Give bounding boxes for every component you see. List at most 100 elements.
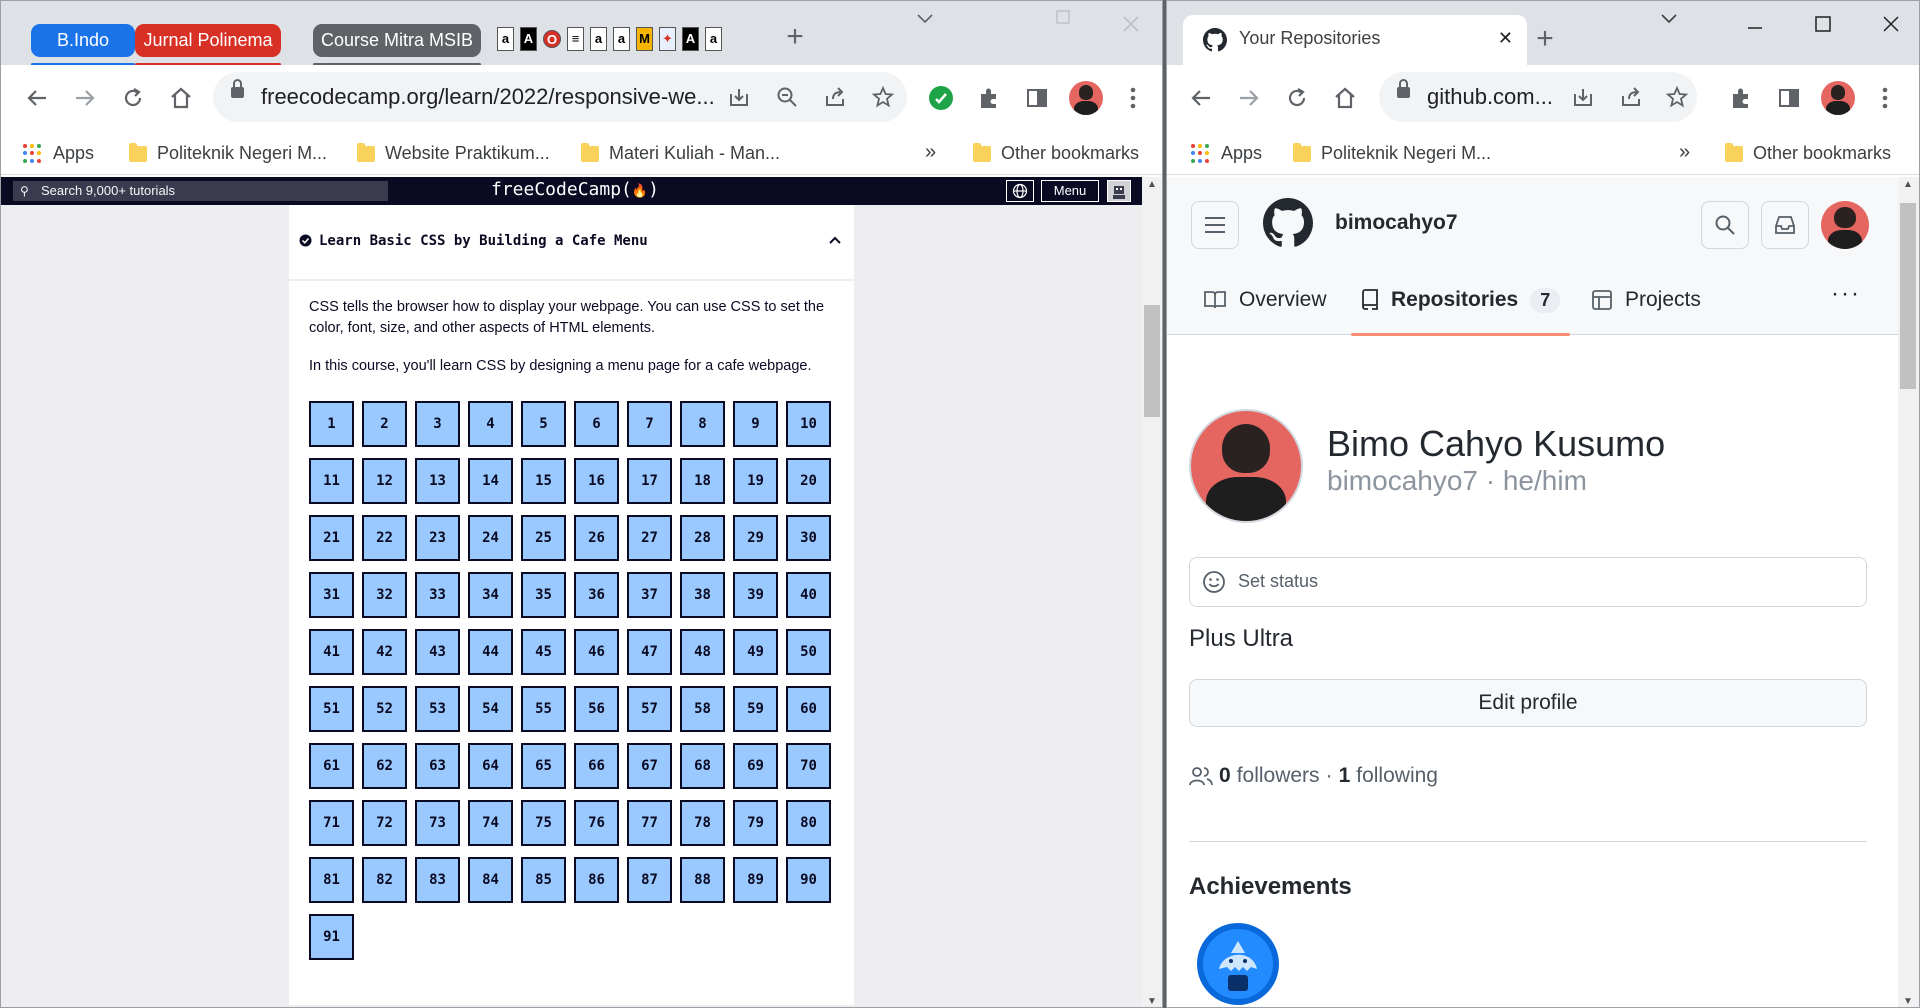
- challenge-step-button[interactable]: 55: [521, 686, 566, 732]
- tab-favicon[interactable]: O: [543, 30, 561, 48]
- challenge-step-button[interactable]: 57: [627, 686, 672, 732]
- challenge-step-button[interactable]: 22: [362, 515, 407, 561]
- bookmark-folder[interactable]: Website Praktikum...: [357, 142, 550, 164]
- challenge-step-button[interactable]: 68: [680, 743, 725, 789]
- forward-button[interactable]: [1229, 78, 1269, 118]
- more-tabs-button[interactable]: ···: [1831, 259, 1861, 329]
- share-button[interactable]: [1613, 79, 1649, 115]
- extensions-button[interactable]: [971, 80, 1007, 116]
- tab-favicon[interactable]: a: [590, 27, 607, 51]
- bookmarks-overflow-button[interactable]: »: [925, 141, 936, 164]
- challenge-step-button[interactable]: 13: [415, 458, 460, 504]
- challenge-step-button[interactable]: 12: [362, 458, 407, 504]
- context-username[interactable]: bimocahyo7: [1335, 211, 1458, 235]
- bookmark-folder[interactable]: Politeknik Negeri M...: [129, 142, 327, 164]
- challenge-step-button[interactable]: 56: [574, 686, 619, 732]
- chevron-up-icon[interactable]: [828, 229, 842, 250]
- tab-group-bindo[interactable]: B.Indo: [31, 24, 135, 66]
- chrome-menu-button[interactable]: [1867, 80, 1903, 116]
- fcc-user-avatar[interactable]: [1107, 180, 1131, 202]
- challenge-step-button[interactable]: 7: [627, 401, 672, 447]
- tab-favicon[interactable]: a: [613, 27, 630, 51]
- challenge-step-button[interactable]: 21: [309, 515, 354, 561]
- scrollbar-thumb[interactable]: [1900, 203, 1916, 389]
- followers-link[interactable]: 0 followers: [1219, 764, 1320, 788]
- challenge-step-button[interactable]: 74: [468, 800, 513, 846]
- challenge-step-button[interactable]: 26: [574, 515, 619, 561]
- github-logo-icon[interactable]: [1263, 198, 1313, 253]
- challenge-step-button[interactable]: 40: [786, 572, 831, 618]
- challenge-step-button[interactable]: 15: [521, 458, 566, 504]
- challenge-step-button[interactable]: 37: [627, 572, 672, 618]
- side-panel-button[interactable]: [1771, 80, 1807, 116]
- challenge-step-button[interactable]: 52: [362, 686, 407, 732]
- tab-group-course-mitra-msib[interactable]: Course Mitra MSIB: [313, 24, 481, 66]
- challenge-step-button[interactable]: 36: [574, 572, 619, 618]
- hamburger-menu-button[interactable]: [1191, 201, 1239, 249]
- address-bar[interactable]: freecodecamp.org/learn/2022/responsive-w…: [213, 72, 907, 122]
- language-button[interactable]: [1006, 180, 1034, 202]
- challenge-step-button[interactable]: 61: [309, 743, 354, 789]
- challenge-step-button[interactable]: 41: [309, 629, 354, 675]
- block-header[interactable]: Learn Basic CSS by Building a Cafe Menu: [289, 205, 854, 281]
- tab-favicon[interactable]: A: [682, 27, 699, 51]
- tab-favicon[interactable]: ✦: [659, 27, 676, 51]
- challenge-step-button[interactable]: 66: [574, 743, 619, 789]
- challenge-step-button[interactable]: 91: [309, 914, 354, 960]
- challenge-step-button[interactable]: 17: [627, 458, 672, 504]
- scroll-up-arrow[interactable]: ▲: [1142, 179, 1162, 190]
- challenge-step-button[interactable]: 75: [521, 800, 566, 846]
- maximize-button[interactable]: [1793, 13, 1853, 39]
- profile-avatar[interactable]: [1069, 81, 1103, 115]
- minimize-button[interactable]: [1725, 11, 1785, 37]
- following-link[interactable]: 1 following: [1339, 764, 1438, 788]
- challenge-step-button[interactable]: 5: [521, 401, 566, 447]
- close-window-button[interactable]: [1861, 13, 1919, 39]
- challenge-step-button[interactable]: 23: [415, 515, 460, 561]
- close-tab-button[interactable]: ✕: [1498, 28, 1513, 49]
- challenge-step-button[interactable]: 87: [627, 857, 672, 903]
- challenge-step-button[interactable]: 78: [680, 800, 725, 846]
- challenge-step-button[interactable]: 71: [309, 800, 354, 846]
- challenge-step-button[interactable]: 63: [415, 743, 460, 789]
- challenge-step-button[interactable]: 77: [627, 800, 672, 846]
- other-bookmarks[interactable]: Other bookmarks: [1725, 142, 1891, 164]
- challenge-step-button[interactable]: 62: [362, 743, 407, 789]
- challenge-step-button[interactable]: 35: [521, 572, 566, 618]
- challenge-step-button[interactable]: 14: [468, 458, 513, 504]
- active-tab[interactable]: Your Repositories ✕: [1183, 15, 1527, 65]
- challenge-step-button[interactable]: 51: [309, 686, 354, 732]
- challenge-step-button[interactable]: 85: [521, 857, 566, 903]
- user-avatar[interactable]: [1821, 201, 1869, 249]
- challenge-step-button[interactable]: 49: [733, 629, 778, 675]
- side-panel-button[interactable]: [1019, 80, 1055, 116]
- fcc-search-input[interactable]: ⚲ Search 9,000+ tutorials: [13, 181, 388, 201]
- challenge-step-button[interactable]: 88: [680, 857, 725, 903]
- new-tab-button[interactable]: +: [1527, 21, 1563, 57]
- challenge-step-button[interactable]: 50: [786, 629, 831, 675]
- challenge-step-button[interactable]: 45: [521, 629, 566, 675]
- scroll-down-arrow[interactable]: ▼: [1898, 996, 1918, 1007]
- new-tab-button[interactable]: +: [777, 19, 813, 55]
- challenge-step-button[interactable]: 90: [786, 857, 831, 903]
- challenge-step-button[interactable]: 20: [786, 458, 831, 504]
- challenge-step-button[interactable]: 8: [680, 401, 725, 447]
- bookmark-apps[interactable]: Apps: [23, 143, 94, 164]
- bookmark-folder[interactable]: Materi Kuliah - Man...: [581, 142, 780, 164]
- challenge-step-button[interactable]: 76: [574, 800, 619, 846]
- left-page-scrollbar[interactable]: ▲ ▼: [1142, 177, 1162, 1007]
- challenge-step-button[interactable]: 38: [680, 572, 725, 618]
- bookmark-folder[interactable]: Politeknik Negeri M...: [1293, 142, 1491, 164]
- search-button[interactable]: [1701, 201, 1749, 249]
- challenge-step-button[interactable]: 72: [362, 800, 407, 846]
- tab-projects[interactable]: Projects: [1591, 265, 1701, 335]
- reload-button[interactable]: [113, 78, 153, 118]
- challenge-step-button[interactable]: 73: [415, 800, 460, 846]
- minimize-button[interactable]: [1033, 5, 1093, 31]
- challenge-step-button[interactable]: 30: [786, 515, 831, 561]
- challenge-step-button[interactable]: 82: [362, 857, 407, 903]
- challenge-step-button[interactable]: 81: [309, 857, 354, 903]
- close-window-button[interactable]: [1101, 13, 1161, 39]
- forward-button[interactable]: [65, 78, 105, 118]
- shark-badge-icon[interactable]: [1195, 921, 1281, 1007]
